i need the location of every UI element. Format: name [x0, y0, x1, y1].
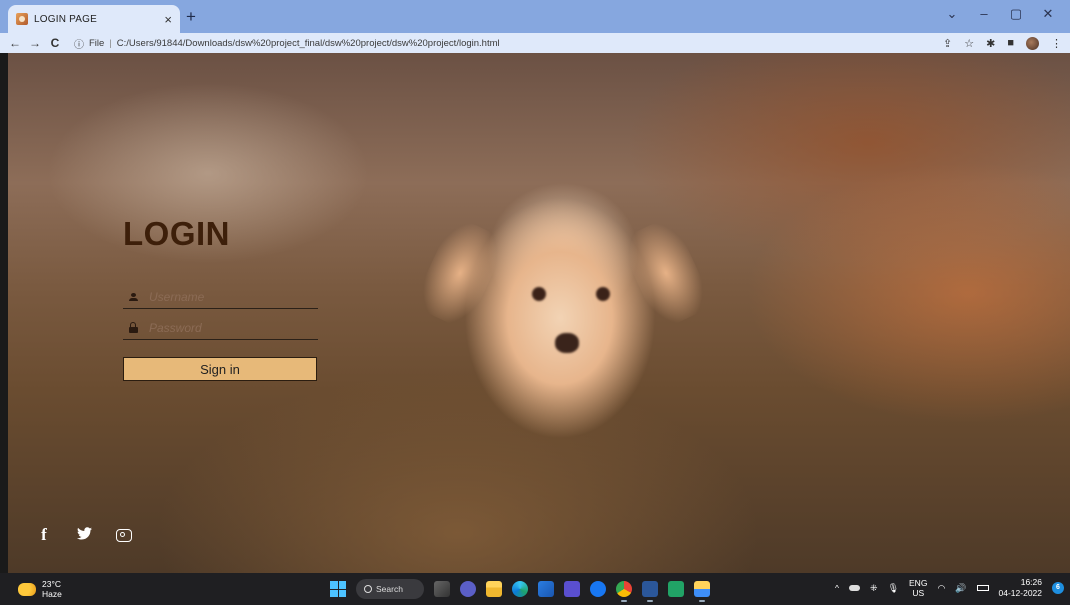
file-explorer-icon[interactable]: [486, 581, 502, 597]
weather-haze-icon: [18, 582, 36, 596]
weather-widget[interactable]: 23°C Haze: [18, 579, 62, 599]
tab-title: LOGIN PAGE: [34, 13, 97, 25]
battery-icon[interactable]: [976, 585, 989, 591]
search-label: Search: [376, 584, 403, 594]
excel-icon[interactable]: [668, 581, 684, 597]
clock[interactable]: 16:26 04-12-2022: [999, 577, 1042, 599]
puppy-ear-right: [617, 215, 715, 331]
extensions-icon[interactable]: ✱: [986, 37, 995, 50]
login-heading: LOGIN: [123, 215, 230, 252]
clock-time: 16:26: [1020, 577, 1042, 587]
password-input[interactable]: [149, 320, 318, 335]
username-input[interactable]: [149, 289, 318, 304]
file-explorer-pinned-icon[interactable]: [694, 581, 710, 602]
url-text[interactable]: C:/Users/91844/Downloads/dsw%20project_f…: [117, 38, 500, 49]
login-page-background: LOGIN Sign in f: [8, 53, 1070, 573]
system-tray: ^ ⁜ 🎙 ENG US ◠ 🔊 16:26 04-12-2022 6: [835, 577, 1064, 599]
site-info-icon[interactable]: ⓘ: [74, 36, 84, 51]
puppy-favicon-icon: [16, 13, 28, 25]
puppy-nose: [555, 333, 579, 353]
chrome-browser-icon[interactable]: [616, 581, 632, 602]
clock-date: 04-12-2022: [998, 588, 1042, 598]
reload-button[interactable]: C: [48, 36, 62, 50]
puppy-eye-left: [532, 287, 546, 301]
social-links: f: [36, 525, 132, 545]
teams-chat-icon[interactable]: [460, 581, 476, 597]
sign-in-button[interactable]: Sign in: [123, 357, 317, 381]
browser-menu-icon[interactable]: ⋮: [1051, 37, 1062, 50]
wifi-icon[interactable]: ◠: [937, 583, 945, 594]
new-tab-button[interactable]: +: [186, 8, 196, 25]
facebook-app-icon[interactable]: [590, 581, 606, 597]
user-icon: [127, 292, 139, 301]
url-field[interactable]: ⓘ File | C:/Users/91844/Downloads/dsw%20…: [74, 36, 500, 51]
language-indicator[interactable]: ENG US: [909, 578, 927, 598]
onedrive-cloud-icon[interactable]: [849, 585, 861, 591]
tab-login-page[interactable]: LOGIN PAGE ×: [8, 5, 180, 33]
task-view-icon[interactable]: [434, 581, 450, 597]
weather-condition: Haze: [42, 589, 62, 599]
tab-search-chevron-icon[interactable]: ⌄: [936, 6, 968, 22]
microphone-icon[interactable]: 🎙: [888, 583, 899, 594]
bookmark-star-icon[interactable]: ☆: [964, 37, 974, 50]
taskbar-apps: Search: [330, 579, 710, 602]
share-icon[interactable]: ⇪: [943, 37, 952, 50]
url-scheme: File: [89, 37, 105, 49]
edge-browser-icon[interactable]: [512, 581, 528, 597]
side-panel-icon[interactable]: ■: [1007, 37, 1014, 49]
language-code: ENG: [909, 578, 928, 588]
taskbar-search[interactable]: Search: [356, 579, 424, 599]
twitter-icon[interactable]: [76, 526, 92, 544]
instagram-icon[interactable]: [116, 528, 132, 542]
url-separator: |: [109, 37, 112, 49]
notification-badge[interactable]: 6: [1052, 582, 1064, 594]
start-windows-icon[interactable]: [330, 581, 346, 597]
lock-icon: [127, 322, 139, 333]
maximize-button[interactable]: ▢: [1000, 6, 1032, 22]
password-field: [123, 316, 318, 340]
close-window-button[interactable]: ✕: [1032, 6, 1064, 22]
browser-tab-strip: LOGIN PAGE × + ⌄ ‒ ▢ ✕: [0, 0, 1070, 33]
weather-temp: 23°C: [42, 579, 61, 589]
keyboard-layout: US: [912, 588, 925, 598]
volume-icon[interactable]: 🔊: [955, 583, 966, 594]
puppy-ear-left: [411, 215, 509, 331]
username-field: [123, 285, 318, 309]
window-controls: ⌄ ‒ ▢ ✕: [936, 6, 1064, 22]
word-icon[interactable]: [642, 581, 658, 602]
toolbar-icons: ⇪ ☆ ✱ ■ ⋮: [943, 36, 1062, 50]
puppy-eye-right: [596, 287, 610, 301]
minimize-button[interactable]: ‒: [968, 6, 1000, 22]
facebook-icon[interactable]: f: [36, 525, 52, 545]
forward-button[interactable]: →: [28, 36, 42, 50]
tray-overflow-chevron-icon[interactable]: ^: [835, 583, 839, 593]
taskbar: 23°C Haze Search ^ ⁜ 🎙 ENG US ◠ 🔊 16:26 …: [0, 573, 1070, 605]
address-bar: ← → C ⓘ File | C:/Users/91844/Downloads/…: [0, 33, 1070, 53]
close-tab-icon[interactable]: ×: [164, 12, 172, 27]
search-icon: [364, 585, 372, 593]
back-button[interactable]: ←: [8, 36, 22, 50]
dropbox-icon[interactable]: ⁜: [870, 583, 878, 594]
profile-avatar[interactable]: [1026, 36, 1039, 50]
microsoft-store-icon[interactable]: [538, 581, 554, 597]
onenote-icon[interactable]: [564, 581, 580, 597]
